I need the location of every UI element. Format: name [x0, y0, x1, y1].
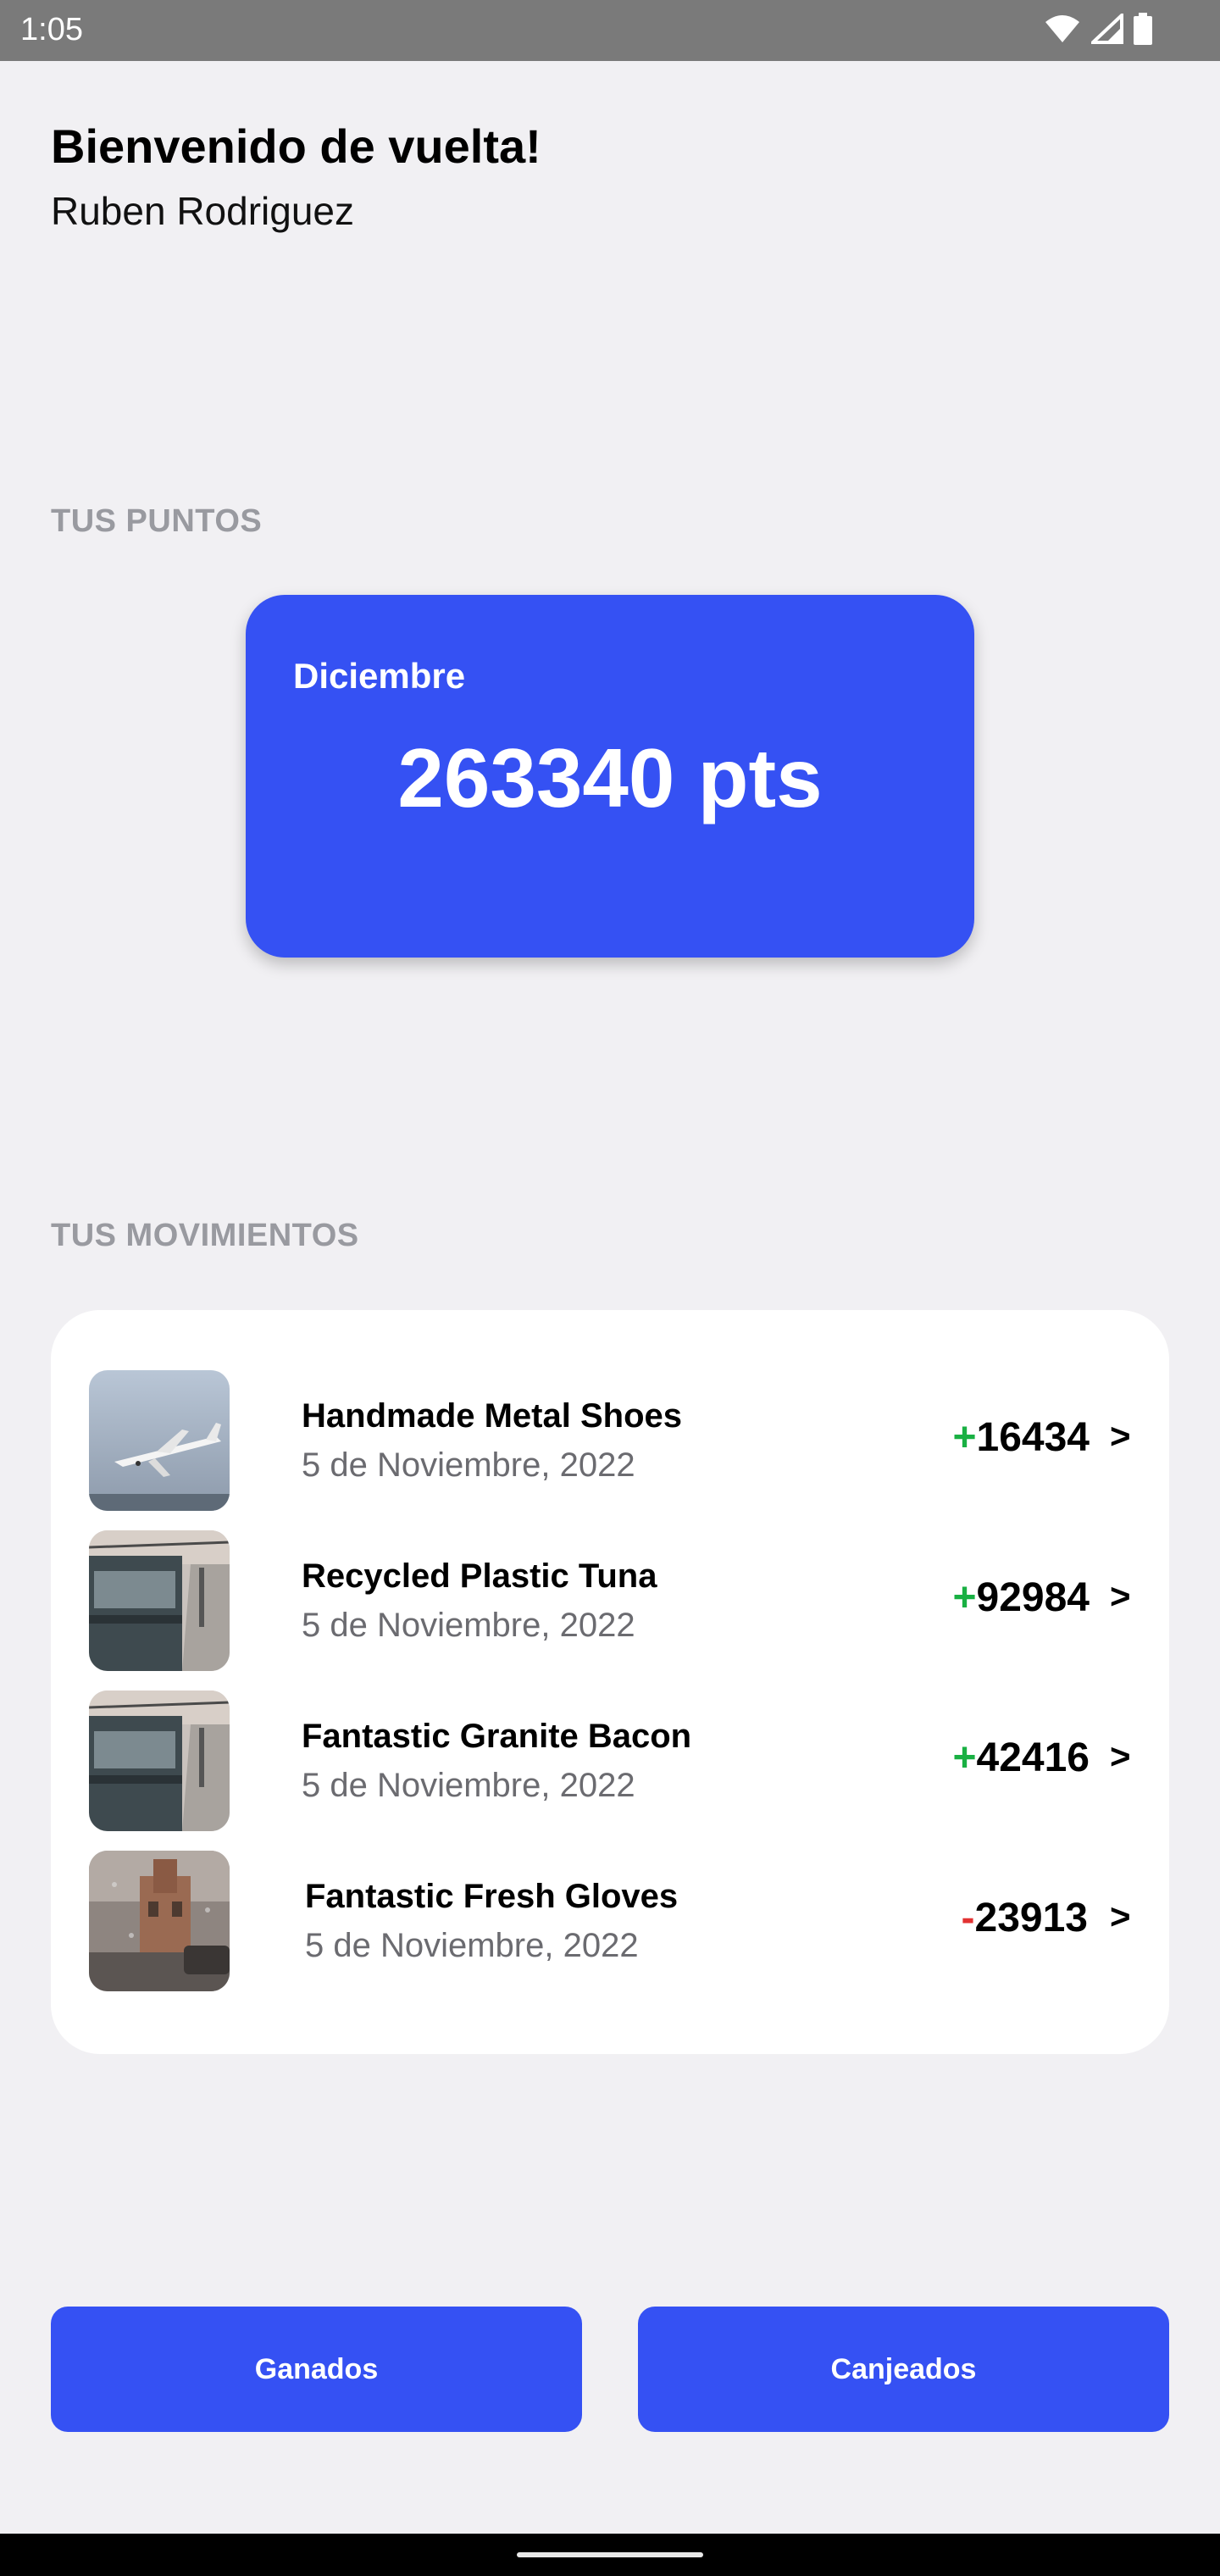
movement-title: Fantastic Granite Bacon [302, 1718, 692, 1755]
movement-date: 5 de Noviembre, 2022 [305, 1927, 639, 1964]
amount-sign: + [952, 1735, 977, 1780]
amount-sign: - [961, 1896, 975, 1940]
movement-amount: +16434 [895, 1414, 1090, 1461]
points-month: Diciembre [293, 656, 466, 696]
status-icons [1044, 12, 1152, 46]
redeemed-button[interactable]: Canjeados [638, 2307, 1169, 2432]
points-section-label: TUS PUNTOS [51, 503, 263, 539]
signal-icon [1091, 14, 1123, 44]
movement-row[interactable]: Fantastic Fresh Gloves 5 de Noviembre, 2… [51, 1851, 1169, 1993]
movement-row[interactable]: Fantastic Granite Bacon 5 de Noviembre, … [51, 1690, 1169, 1833]
home-gesture-handle[interactable] [517, 2552, 703, 2557]
movements-section-label: TUS MOVIMIENTOS [51, 1218, 359, 1253]
amount-value: 42416 [976, 1735, 1090, 1780]
movement-title: Handmade Metal Shoes [302, 1397, 683, 1435]
amount-sign: + [952, 1415, 977, 1460]
chevron-right-icon[interactable]: > [1110, 1896, 1131, 1937]
movements-list: Handmade Metal Shoes 5 de Noviembre, 202… [51, 1310, 1169, 2054]
movement-date: 5 de Noviembre, 2022 [302, 1767, 635, 1804]
movement-title: Recycled Plastic Tuna [302, 1557, 657, 1595]
wifi-icon [1045, 15, 1079, 42]
train-photo [89, 1530, 230, 1671]
user-name: Ruben Rodriguez [51, 189, 355, 233]
status-time: 1:05 [20, 12, 83, 47]
train-photo [89, 1690, 230, 1831]
movement-amount: +42416 [895, 1735, 1090, 1781]
movement-row[interactable]: Recycled Plastic Tuna 5 de Noviembre, 20… [51, 1530, 1169, 1673]
status-bar: 1:05 [0, 0, 1220, 61]
greeting-title: Bienvenido de vuelta! [51, 119, 541, 173]
amount-value: 23913 [974, 1896, 1088, 1940]
movement-row[interactable]: Handmade Metal Shoes 5 de Noviembre, 202… [51, 1370, 1169, 1513]
battery-icon [1134, 13, 1152, 45]
movement-date: 5 de Noviembre, 2022 [302, 1607, 635, 1644]
amount-value: 16434 [976, 1415, 1090, 1460]
rainy-street-photo [89, 1851, 230, 1991]
movement-date: 5 de Noviembre, 2022 [302, 1446, 635, 1484]
movement-amount: -23913 [893, 1895, 1088, 1941]
chevron-right-icon[interactable]: > [1110, 1576, 1131, 1617]
amount-sign: + [952, 1575, 977, 1620]
points-total: 263340 pts [397, 731, 823, 824]
movement-amount: +92984 [895, 1574, 1090, 1621]
amount-value: 92984 [976, 1575, 1090, 1620]
chevron-right-icon[interactable]: > [1110, 1736, 1131, 1777]
airplane-photo [89, 1370, 230, 1511]
points-card[interactable]: Diciembre 263340 pts [246, 595, 974, 958]
movement-title: Fantastic Fresh Gloves [305, 1878, 679, 1915]
chevron-right-icon[interactable]: > [1110, 1416, 1131, 1457]
earned-button[interactable]: Ganados [51, 2307, 582, 2432]
navigation-bar [0, 2534, 1220, 2576]
